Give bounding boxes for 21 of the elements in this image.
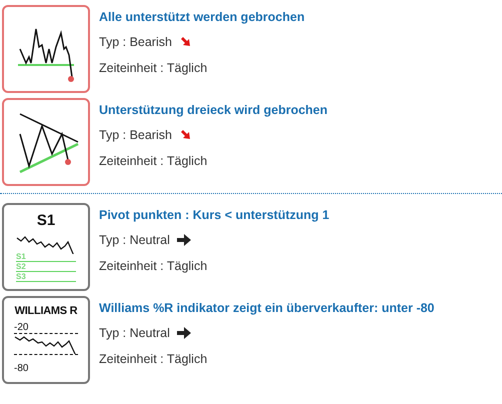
level-label: S2: [16, 263, 26, 271]
timeframe-label: Zeiteinheit : Täglich: [99, 60, 208, 76]
type-label: Typ : Bearish: [99, 127, 172, 143]
level-label: -80: [14, 363, 28, 374]
timeframe-label: Zeiteinheit : Täglich: [99, 258, 208, 274]
price-line-icon: [14, 334, 78, 354]
alert-title[interactable]: Williams %R indikator zeigt ein überverkaufter: unter -80: [99, 300, 434, 316]
level-label: S1: [16, 253, 26, 261]
alert-title[interactable]: Pivot punkten : Kurs < unterstützung 1: [99, 207, 330, 223]
type-label: Typ : Neutral: [99, 232, 170, 248]
level-label: -20: [14, 323, 28, 333]
timeframe-label: Zeiteinheit : Täglich: [99, 153, 208, 169]
price-line-icon: [16, 234, 76, 254]
level-label: S3: [16, 273, 26, 281]
alert-title[interactable]: Alle unterstützt werden gebrochen: [99, 9, 305, 25]
timeframe-label: Zeiteinheit : Täglich: [99, 351, 208, 367]
type-label: Typ : Neutral: [99, 325, 170, 341]
chart-heading: WILLIAMS R: [14, 306, 78, 317]
chart-heading: S1: [36, 213, 56, 228]
type-label: Typ : Bearish: [99, 34, 172, 50]
alert-title[interactable]: Unterstützung dreieck wird gebrochen: [99, 102, 328, 118]
